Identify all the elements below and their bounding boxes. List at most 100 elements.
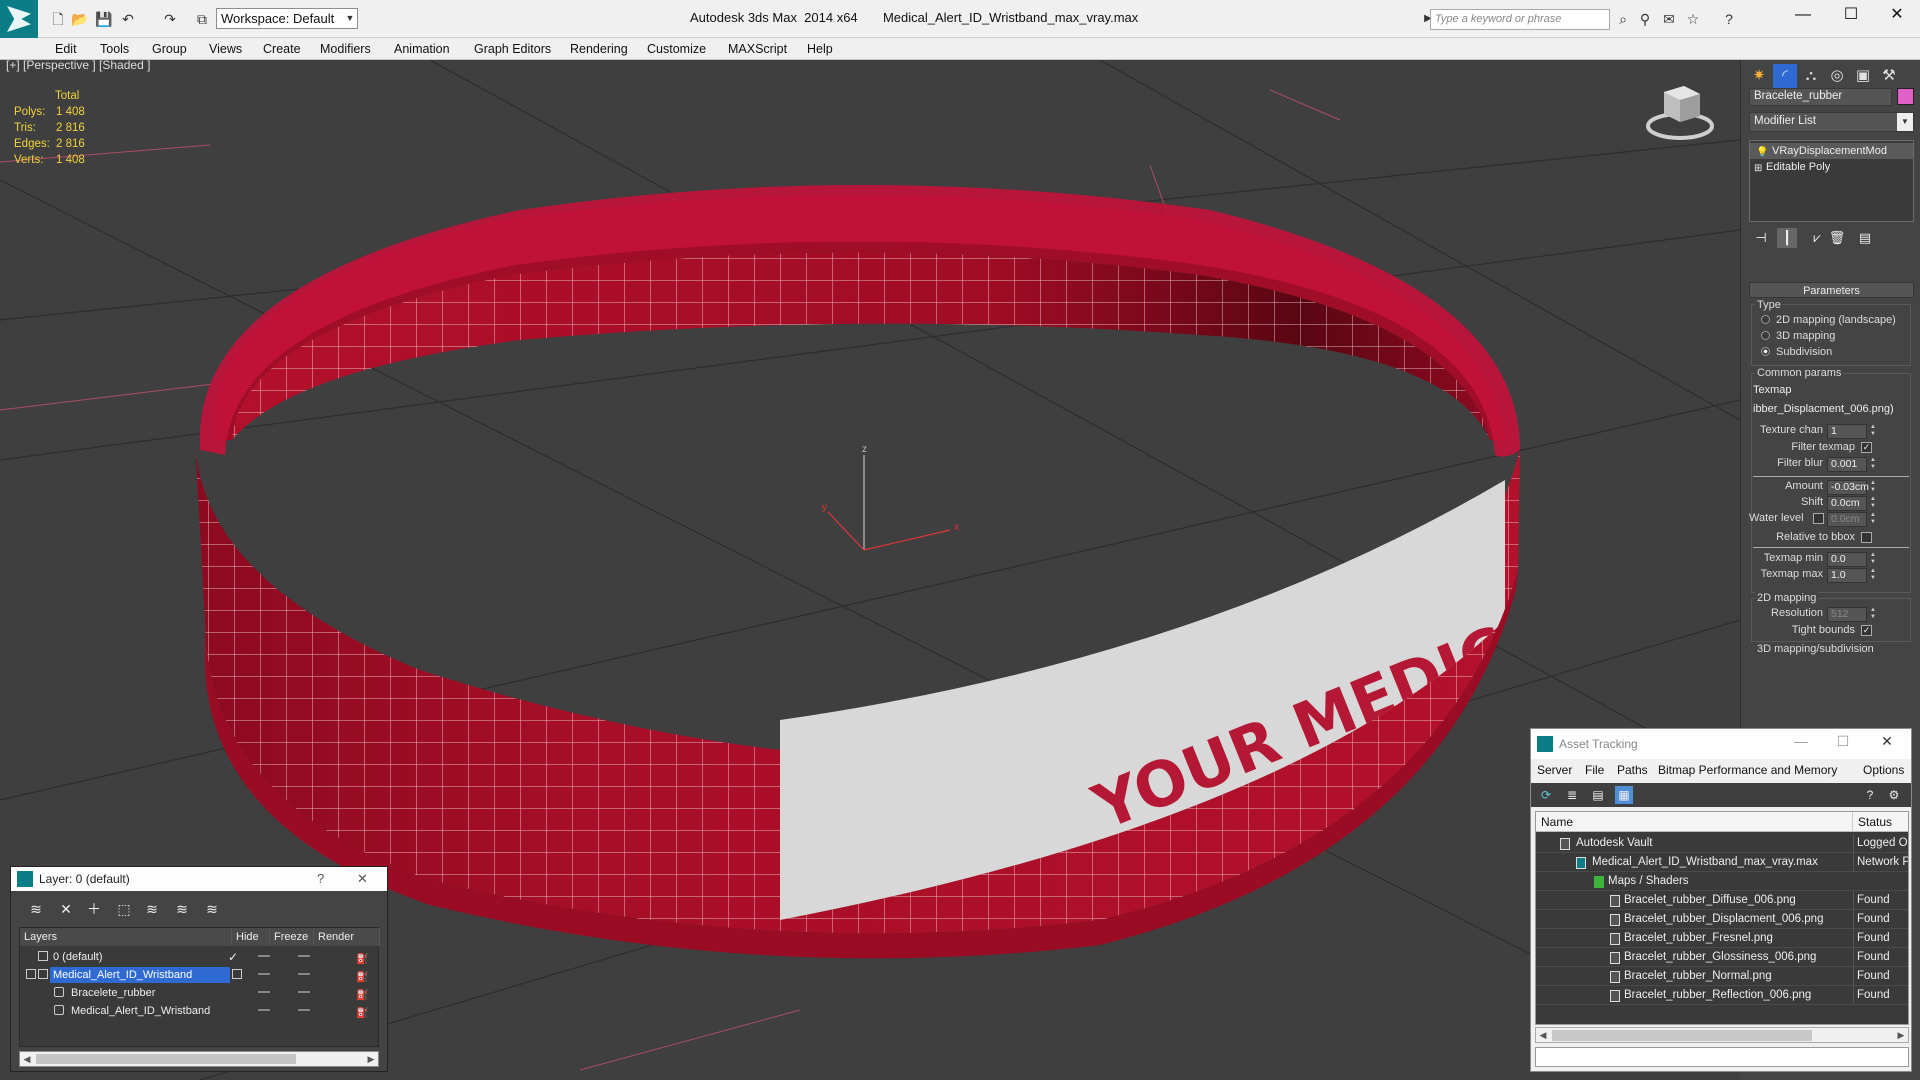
help-icon[interactable]: ? — [1720, 10, 1738, 28]
list-view-icon[interactable]: ≣ — [1563, 786, 1581, 804]
layer-row[interactable]: Medical_Alert_ID_Wristband ⛽ — [20, 1002, 378, 1020]
freeze-toggle[interactable] — [298, 1009, 310, 1011]
scroll-left-icon[interactable]: ◀ — [20, 1052, 34, 1066]
asset-path-field[interactable] — [1535, 1047, 1909, 1067]
amount-spinner[interactable]: ▲ ▼ — [1869, 480, 1877, 495]
scroll-left-icon[interactable]: ◀ — [1536, 1028, 1550, 1042]
render-teapot-icon[interactable]: ⛽ — [356, 1005, 368, 1023]
save-icon[interactable]: 💾 — [94, 10, 114, 28]
expand-plus-icon[interactable]: ⊞ — [1754, 161, 1762, 177]
menu-edit[interactable]: Edit — [55, 42, 77, 56]
set-current-layer-box[interactable] — [232, 969, 242, 979]
hide-toggle[interactable] — [258, 973, 270, 975]
hide-all-layers-icon[interactable]: ≋ — [171, 899, 193, 919]
amount-field[interactable]: -0.03cm — [1827, 480, 1869, 495]
workspace-dropdown[interactable]: Workspace: Default — [216, 8, 358, 29]
tight-bounds-checkbox[interactable]: ✓ — [1861, 625, 1872, 636]
freeze-toggle[interactable] — [298, 955, 310, 957]
texmap-max-field[interactable]: 1.0 — [1827, 568, 1867, 583]
hide-toggle[interactable] — [258, 1009, 270, 1011]
help-icon[interactable]: ? — [317, 871, 324, 886]
freeze-toggle[interactable] — [298, 973, 310, 975]
transform-gizmo[interactable]: z x y — [822, 444, 959, 551]
asset-row[interactable]: Bracelet_rubber_Reflection_006.png Found — [1536, 986, 1908, 1005]
menu-tools[interactable]: Tools — [100, 42, 129, 56]
asset-row[interactable]: Medical_Alert_ID_Wristband_max_vray.max … — [1536, 853, 1908, 872]
undo-icon[interactable]: ↶ — [118, 10, 138, 28]
filter-blur-field[interactable]: 0.001 — [1827, 457, 1867, 472]
table-view-icon[interactable]: ▦ — [1615, 786, 1633, 804]
make-unique-icon[interactable]: ⩗ — [1807, 228, 1827, 248]
utilities-tab-icon[interactable]: ⚒ — [1877, 64, 1901, 88]
minimize-button[interactable]: — — [1781, 733, 1821, 749]
maximize-button[interactable]: ☐ — [1823, 733, 1863, 750]
menu-maxscript[interactable]: MAXScript — [728, 42, 787, 56]
horizontal-scrollbar[interactable]: ◀ ▶ — [19, 1051, 379, 1067]
scroll-right-icon[interactable]: ▶ — [1894, 1028, 1908, 1042]
texmap-max-spinner[interactable]: ▲ ▼ — [1869, 568, 1877, 583]
maximize-button[interactable]: ☐ — [1828, 0, 1874, 32]
close-icon[interactable]: ✕ — [357, 871, 368, 887]
stack-item-editable-poly[interactable]: ⊞ Editable Poly — [1750, 159, 1913, 175]
menu-create[interactable]: Create — [263, 42, 301, 56]
texture-chan-field[interactable]: 1 — [1827, 424, 1867, 439]
layer-row[interactable]: 0 (default) ✓ ⛽ — [20, 948, 378, 966]
motion-tab-icon[interactable]: ◎ — [1825, 64, 1849, 88]
texmap-min-field[interactable]: 0.0 — [1827, 552, 1867, 567]
menu-bitmap-performance[interactable]: Bitmap Performance and Memory — [1658, 763, 1837, 777]
radio-subdivision[interactable]: Subdivision — [1761, 346, 1832, 358]
texmap-button[interactable]: ibber_Displacment_006.png) — [1753, 403, 1894, 415]
texture-chan-spinner[interactable]: ▲ ▼ — [1869, 424, 1877, 439]
active-layer-check-icon[interactable]: ✓ — [228, 948, 238, 966]
object-name-field[interactable]: Bracelete_rubber — [1749, 88, 1892, 106]
menu-modifiers[interactable]: Modifiers — [320, 42, 371, 56]
close-button[interactable]: ✕ — [1867, 733, 1907, 750]
app-logo-icon[interactable] — [0, 0, 38, 38]
search-input[interactable]: Type a keyword or phrase — [1430, 9, 1610, 30]
shift-field[interactable]: 0.0cm — [1827, 496, 1867, 511]
column-header-name[interactable]: Name — [1536, 812, 1853, 832]
menu-options[interactable]: Options — [1863, 763, 1904, 777]
layer-settings-icon[interactable]: ≋ — [25, 899, 47, 919]
water-level-checkbox[interactable] — [1813, 513, 1824, 524]
column-header-hide[interactable]: Hide — [232, 928, 270, 946]
remove-modifier-icon[interactable]: 🗑 — [1827, 228, 1847, 248]
highlight-layer-icon[interactable]: ≋ — [141, 899, 163, 919]
asset-row[interactable]: Bracelet_rubber_Diffuse_006.png Found — [1536, 891, 1908, 910]
chevron-down-icon[interactable]: ▼ — [343, 9, 357, 28]
menu-group[interactable]: Group — [152, 42, 187, 56]
user-icon[interactable]: ⚲ — [1636, 10, 1654, 28]
column-header-status[interactable]: Status — [1853, 812, 1908, 832]
asset-row[interactable]: Bracelet_rubber_Displacment_006.png Foun… — [1536, 910, 1908, 929]
menu-views[interactable]: Views — [209, 42, 242, 56]
menu-graph-editors[interactable]: Graph Editors — [474, 42, 551, 56]
resolution-field[interactable]: 512 — [1827, 607, 1867, 622]
refresh-icon[interactable]: ⟳ — [1537, 786, 1555, 804]
resolution-spinner[interactable]: ▲ ▼ — [1869, 607, 1877, 622]
scroll-right-icon[interactable]: ▶ — [364, 1052, 378, 1066]
minimize-button[interactable]: — — [1780, 0, 1826, 32]
help-icon[interactable]: ? — [1861, 786, 1879, 804]
layer-dialog-titlebar[interactable]: Layer: 0 (default) ? ✕ — [11, 867, 387, 891]
viewport-label[interactable]: [+] [Perspective ] [Shaded ] — [6, 60, 150, 72]
scroll-thumb[interactable] — [36, 1054, 296, 1064]
detail-view-icon[interactable]: ▤ — [1589, 786, 1607, 804]
stack-item-vraydisplacement[interactable]: 💡 VRayDisplacementMod — [1750, 143, 1913, 159]
menu-paths[interactable]: Paths — [1617, 763, 1648, 777]
create-tab-icon[interactable]: ✷ — [1747, 64, 1771, 88]
parameters-rollout[interactable]: Parameters — [1749, 282, 1914, 298]
close-button[interactable]: ✕ — [1874, 0, 1920, 32]
water-level-spinner[interactable]: ▲ ▼ — [1869, 512, 1877, 527]
radio-2d-mapping[interactable]: 2D mapping (landscape) — [1761, 314, 1896, 326]
menu-rendering[interactable]: Rendering — [570, 42, 628, 56]
favorites-star-icon[interactable]: ☆ — [1684, 10, 1702, 28]
redo-icon[interactable]: ↷ — [160, 10, 180, 28]
menu-file[interactable]: File — [1585, 763, 1604, 777]
asset-row[interactable]: Bracelet_rubber_Fresnel.png Found — [1536, 929, 1908, 948]
column-header-layers[interactable]: Layers — [20, 928, 232, 946]
relative-bbox-checkbox[interactable] — [1861, 532, 1872, 543]
menu-server[interactable]: Server — [1537, 763, 1572, 777]
menu-customize[interactable]: Customize — [647, 42, 706, 56]
object-color-swatch[interactable] — [1897, 88, 1914, 105]
texmap-min-spinner[interactable]: ▲ ▼ — [1869, 552, 1877, 567]
